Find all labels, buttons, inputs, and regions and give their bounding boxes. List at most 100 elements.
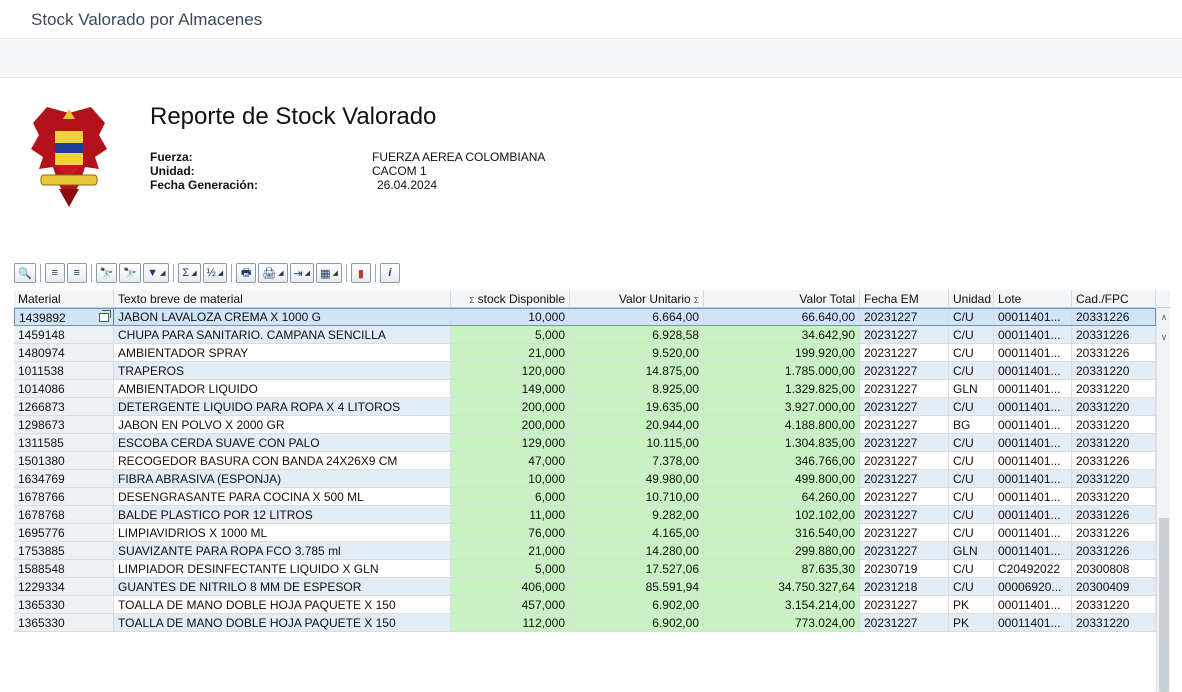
cell-texto[interactable]: GUANTES DE NITRILO 8 MM DE ESPESOR xyxy=(114,578,451,596)
table-row[interactable]: 1678768 BALDE PLASTICO POR 12 LITROS 11,00… xyxy=(14,506,1156,524)
cell-material[interactable]: 1588548 xyxy=(14,560,114,578)
table-row[interactable]: 1753885 SUAVIZANTE PARA ROPA FCO 3.785 ml… xyxy=(14,542,1156,560)
cell-valor-total[interactable]: 299.880,00 xyxy=(704,542,860,560)
cell-valor-total[interactable]: 199.920,00 xyxy=(704,344,860,362)
table-row[interactable]: 1678766 DESENGRASANTE PARA COCINA X 500 M… xyxy=(14,488,1156,506)
column-header-stock[interactable]: Σ stock Disponible xyxy=(451,290,570,308)
sort-ascending-button[interactable]: ≡ xyxy=(44,263,65,283)
cell-valor-unitario[interactable]: 14.875,00 xyxy=(570,362,704,380)
table-row[interactable]: 1311585 ESCOBA CERDA SUAVE CON PALO 129,00… xyxy=(14,434,1156,452)
cell-cad-fpc[interactable]: 20331220 xyxy=(1072,470,1156,488)
cell-fecha-em[interactable]: 20231227 xyxy=(860,380,949,398)
cell-valor-unitario[interactable]: 6.928,58 xyxy=(570,326,704,344)
find-button[interactable]: 🔭 xyxy=(95,263,118,283)
cell-cad-fpc[interactable]: 20331220 xyxy=(1072,614,1156,632)
cell-material[interactable]: 1439892 xyxy=(14,308,114,326)
cell-texto[interactable]: BALDE PLASTICO POR 12 LITROS xyxy=(114,506,451,524)
cell-valor-unitario[interactable]: 4.165,00 xyxy=(570,524,704,542)
cell-fecha-em[interactable]: 20231227 xyxy=(860,488,949,506)
table-row[interactable]: 1480974 AMBIENTADOR SPRAY 21,000 9.520,00 19… xyxy=(14,344,1156,362)
cell-valor-unitario[interactable]: 9.282,00 xyxy=(570,506,704,524)
cell-texto[interactable]: RECOGEDOR BASURA CON BANDA 24X26X9 CM xyxy=(114,452,451,470)
cell-lote[interactable]: 00011401... xyxy=(994,344,1072,362)
table-row[interactable]: 1229334 GUANTES DE NITRILO 8 MM DE ESPESO… xyxy=(14,578,1156,596)
cell-valor-total[interactable]: 87.635,30 xyxy=(704,560,860,578)
cell-material[interactable]: 1014086 xyxy=(14,380,114,398)
details-button[interactable]: 🔍 xyxy=(14,263,36,283)
cell-lote[interactable]: 00011401... xyxy=(994,596,1072,614)
cell-fecha-em[interactable]: 20231227 xyxy=(860,506,949,524)
cell-fecha-em[interactable]: 20231227 xyxy=(860,614,949,632)
cell-material[interactable]: 1678766 xyxy=(14,488,114,506)
cell-lote[interactable]: C20492022 xyxy=(994,560,1072,578)
cell-unidad[interactable]: C/U xyxy=(949,398,994,416)
column-header-valor-unitario[interactable]: Valor Unitario Σ xyxy=(570,290,704,308)
table-row[interactable]: 1501380 RECOGEDOR BASURA CON BANDA 24X26X… xyxy=(14,452,1156,470)
cell-texto[interactable]: FIBRA ABRASIVA (ESPONJA) xyxy=(114,470,451,488)
cell-unidad[interactable]: PK xyxy=(949,596,994,614)
cell-stock[interactable]: 149,000 xyxy=(451,380,570,398)
filter-button[interactable]: ▼ ◢ xyxy=(143,263,170,283)
cell-valor-unitario[interactable]: 10.710,00 xyxy=(570,488,704,506)
cell-texto[interactable]: TOALLA DE MANO DOBLE HOJA PAQUETE X 150 xyxy=(114,614,451,632)
cell-fecha-em[interactable]: 20231227 xyxy=(860,308,949,326)
cell-unidad[interactable]: C/U xyxy=(949,488,994,506)
cell-stock[interactable]: 120,000 xyxy=(451,362,570,380)
cell-lote[interactable]: 00011401... xyxy=(994,362,1072,380)
cell-cad-fpc[interactable]: 20331220 xyxy=(1072,398,1156,416)
cell-texto[interactable]: AMBIENTADOR LIQUIDO xyxy=(114,380,451,398)
cell-unidad[interactable]: GLN xyxy=(949,380,994,398)
cell-cad-fpc[interactable]: 20331220 xyxy=(1072,434,1156,452)
cell-fecha-em[interactable]: 20231227 xyxy=(860,542,949,560)
cell-material[interactable]: 1266873 xyxy=(14,398,114,416)
cell-material[interactable]: 1501380 xyxy=(14,452,114,470)
cell-valor-unitario[interactable]: 6.664,00 xyxy=(570,308,704,326)
cell-stock[interactable]: 21,000 xyxy=(451,542,570,560)
cell-lote[interactable]: 00011401... xyxy=(994,434,1072,452)
cell-cad-fpc[interactable]: 20331226 xyxy=(1072,326,1156,344)
cell-cad-fpc[interactable]: 20331220 xyxy=(1072,416,1156,434)
scroll-down-icon[interactable]: ∨ xyxy=(1157,330,1171,344)
cell-material[interactable]: 1011538 xyxy=(14,362,114,380)
cell-material[interactable]: 1678768 xyxy=(14,506,114,524)
cell-cad-fpc[interactable]: 20300808 xyxy=(1072,560,1156,578)
cell-fecha-em[interactable]: 20231227 xyxy=(860,470,949,488)
cell-valor-total[interactable]: 1.785.000,00 xyxy=(704,362,860,380)
cell-fecha-em[interactable]: 20231227 xyxy=(860,362,949,380)
copy-icon[interactable] xyxy=(99,310,111,322)
cell-unidad[interactable]: C/U xyxy=(949,362,994,380)
cell-stock[interactable]: 129,000 xyxy=(451,434,570,452)
cell-material[interactable]: 1634769 xyxy=(14,470,114,488)
sort-descending-button[interactable]: ≡ xyxy=(66,263,87,283)
cell-cad-fpc[interactable]: 20331226 xyxy=(1072,506,1156,524)
cell-unidad[interactable]: C/U xyxy=(949,344,994,362)
column-header-valor-total[interactable]: Valor Total xyxy=(704,290,860,308)
cell-valor-total[interactable]: 66.640,00 xyxy=(704,308,860,326)
cell-texto[interactable]: AMBIENTADOR SPRAY xyxy=(114,344,451,362)
cell-fecha-em[interactable]: 20231227 xyxy=(860,344,949,362)
cell-valor-total[interactable]: 4.188.800,00 xyxy=(704,416,860,434)
cell-material[interactable]: 1753885 xyxy=(14,542,114,560)
cell-valor-total[interactable]: 1.329.825,00 xyxy=(704,380,860,398)
cell-texto[interactable]: CHUPA PARA SANITARIO. CAMPANA SENCILLA xyxy=(114,326,451,344)
subtotal-button[interactable]: ½ ◢ xyxy=(202,263,228,283)
cell-stock[interactable]: 457,000 xyxy=(451,596,570,614)
cell-material[interactable]: 1459148 xyxy=(14,326,114,344)
cell-valor-total[interactable]: 1.304.835,00 xyxy=(704,434,860,452)
cell-cad-fpc[interactable]: 20331220 xyxy=(1072,362,1156,380)
cell-valor-total[interactable]: 499.800,00 xyxy=(704,470,860,488)
cell-texto[interactable]: DESENGRASANTE PARA COCINA X 500 ML xyxy=(114,488,451,506)
table-row[interactable]: 1588548 LIMPIADOR DESINFECTANTE LIQUIDO X… xyxy=(14,560,1156,578)
cell-fecha-em[interactable]: 20231227 xyxy=(860,326,949,344)
cell-cad-fpc[interactable]: 20331220 xyxy=(1072,596,1156,614)
cell-fecha-em[interactable]: 20231218 xyxy=(860,578,949,596)
cell-texto[interactable]: SUAVIZANTE PARA ROPA FCO 3.785 ml xyxy=(114,542,451,560)
cell-stock[interactable]: 47,000 xyxy=(451,452,570,470)
cell-lote[interactable]: 00011401... xyxy=(994,524,1072,542)
cell-valor-unitario[interactable]: 17.527,06 xyxy=(570,560,704,578)
print-preview-button[interactable]: 🖨 ◢ xyxy=(258,263,288,283)
cell-lote[interactable]: 00011401... xyxy=(994,452,1072,470)
cell-cad-fpc[interactable]: 20331226 xyxy=(1072,344,1156,362)
cell-stock[interactable]: 10,000 xyxy=(451,308,570,326)
table-row[interactable]: 1459148 CHUPA PARA SANITARIO. CAMPANA SEN… xyxy=(14,326,1156,344)
